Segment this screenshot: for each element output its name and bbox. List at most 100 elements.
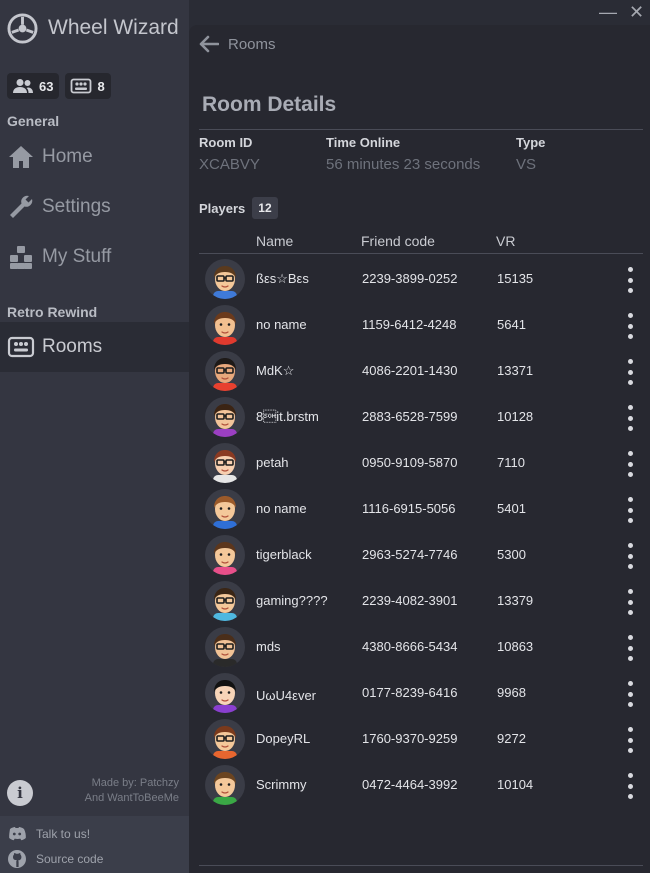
player-name: Scrimmy	[256, 777, 307, 792]
vr-value: 5401	[497, 501, 526, 516]
wrench-icon	[10, 195, 33, 218]
more-options-icon[interactable]	[626, 267, 634, 293]
source-code-label: Source code	[36, 852, 104, 866]
friend-code: 4380-8666-5434	[362, 639, 458, 654]
more-options-icon[interactable]	[626, 727, 634, 753]
table-row[interactable]: 8it.brstm 2883-6528-7599 10128	[199, 393, 643, 439]
friend-code: 0177-8239-6416	[362, 685, 458, 700]
table-row[interactable]: ßεs☆Bεs 2239-3899-0252 15135	[199, 255, 643, 301]
player-name: 8it.brstm	[256, 409, 319, 424]
more-options-icon[interactable]	[626, 405, 634, 431]
time-online-label: Time Online	[326, 135, 401, 150]
sidebar-item-label: Rooms	[42, 336, 103, 357]
players-online-badge[interactable]: 63	[7, 73, 60, 99]
app-title: Wheel Wizard	[48, 16, 179, 39]
friend-code: 1760-9370-9259	[362, 731, 458, 746]
mii-avatar	[205, 259, 245, 299]
table-row[interactable]: tigerblack 2963-5274-7746 5300	[199, 531, 643, 577]
mii-avatar	[205, 397, 245, 437]
back-button[interactable]: Rooms	[199, 35, 276, 53]
player-name: ßεs☆Bεs	[256, 271, 309, 286]
divider	[199, 129, 643, 130]
friend-code: 2883-6528-7599	[362, 409, 458, 424]
table-row[interactable]: gaming???? 2239-4082-3901 13379	[199, 577, 643, 623]
more-options-icon[interactable]	[626, 451, 634, 477]
sidebar-item-home[interactable]: Home	[0, 132, 189, 182]
table-row[interactable]: petah 0950-9109-5870 7110	[199, 439, 643, 485]
sidebar-item-rooms[interactable]: Rooms	[0, 322, 189, 372]
credits-line: And WantToBeeMe	[84, 792, 179, 804]
rooms-open-badge[interactable]: 8	[65, 73, 111, 99]
more-options-icon[interactable]	[626, 635, 634, 661]
vr-value: 5641	[497, 317, 526, 332]
type-value: VS	[516, 156, 537, 173]
table-row[interactable]: no name 1116-6915-5056 5401	[199, 485, 643, 531]
column-header-name[interactable]: Name	[256, 233, 293, 249]
minimize-button[interactable]: —	[599, 2, 617, 23]
column-header-vr[interactable]: VR	[496, 233, 515, 249]
friend-code: 0472-4464-3992	[362, 777, 458, 792]
table-row[interactable]: mds 4380-8666-5434 10863	[199, 623, 643, 669]
main-panel: Rooms Room Details Room ID XCABVY Time O…	[189, 25, 650, 873]
table-row[interactable]: Scrimmy 0472-4464-3992 10104	[199, 761, 643, 807]
mii-avatar	[205, 305, 245, 345]
more-options-icon[interactable]	[626, 773, 634, 799]
credits-line: Made by: Patchzy	[91, 777, 179, 789]
mii-avatar	[205, 535, 245, 575]
section-retro-rewind: Retro Rewind	[7, 304, 98, 320]
info-icon[interactable]: i	[7, 780, 33, 806]
friend-code: 2963-5274-7746	[362, 547, 458, 562]
divider	[199, 865, 643, 866]
player-name: no name	[256, 317, 307, 332]
player-name: mds	[256, 639, 281, 654]
github-link[interactable]: Source code	[7, 849, 103, 869]
table-row[interactable]: MdK☆ 4086-2201-1430 13371	[199, 347, 643, 393]
arrow-left-icon	[199, 35, 219, 53]
more-options-icon[interactable]	[626, 497, 634, 523]
sidebar-item-settings[interactable]: Settings	[0, 182, 189, 232]
more-options-icon[interactable]	[626, 313, 634, 339]
table-row[interactable]: DopeyRL 1760-9370-9259 9272	[199, 715, 643, 761]
room-icon	[7, 336, 35, 358]
friend-code: 2239-4082-3901	[362, 593, 458, 608]
player-name: MdK☆	[256, 363, 295, 378]
room-icon	[71, 78, 92, 94]
stats-bar: 63 8	[7, 73, 111, 99]
close-button[interactable]: ✕	[629, 2, 644, 23]
type-field: Type VS	[516, 135, 545, 173]
time-online-field: Time Online 56 minutes 23 seconds	[326, 135, 480, 173]
sidebar-item-label: My Stuff	[42, 246, 112, 267]
player-name: petah	[256, 455, 289, 470]
rooms-open-count: 8	[97, 78, 105, 94]
app-header: Wheel Wizard	[7, 12, 179, 44]
friend-code: 1116-6915-5056	[362, 501, 456, 516]
vr-value: 10104	[497, 777, 534, 792]
sidebar-item-my-stuff[interactable]: My Stuff	[0, 232, 189, 282]
github-icon	[8, 850, 26, 868]
column-header-friend-code[interactable]: Friend code	[361, 233, 435, 249]
table-row[interactable]: UωU4εverᅟᅟ 0177-8239-6416 9968	[199, 669, 643, 715]
type-label: Type	[516, 135, 546, 150]
mii-avatar	[205, 489, 245, 529]
more-options-icon[interactable]	[626, 543, 634, 569]
home-icon	[9, 146, 33, 168]
player-name: no name	[256, 501, 307, 516]
sidebar-item-label: Settings	[42, 196, 111, 217]
mii-avatar	[205, 627, 245, 667]
vr-value: 7110	[497, 455, 525, 470]
mii-avatar	[205, 351, 245, 391]
more-options-icon[interactable]	[626, 681, 634, 707]
sidebar-footer: Talk to us! Source code	[0, 816, 189, 873]
table-row[interactable]: no name 1159-6412-4248 5641	[199, 301, 643, 347]
discord-link[interactable]: Talk to us!	[7, 824, 90, 844]
sidebar: Wheel Wizard 63 8 General Home Settings …	[0, 0, 189, 873]
boxes-icon	[10, 246, 32, 269]
page-title: Room Details	[202, 93, 337, 116]
mii-avatar	[205, 581, 245, 621]
vr-value: 10863	[497, 639, 534, 654]
more-options-icon[interactable]	[626, 359, 634, 385]
table-header-divider	[199, 253, 643, 254]
vr-value: 15135	[497, 271, 534, 286]
more-options-icon[interactable]	[626, 589, 634, 615]
friend-code: 0950-9109-5870	[362, 455, 458, 470]
